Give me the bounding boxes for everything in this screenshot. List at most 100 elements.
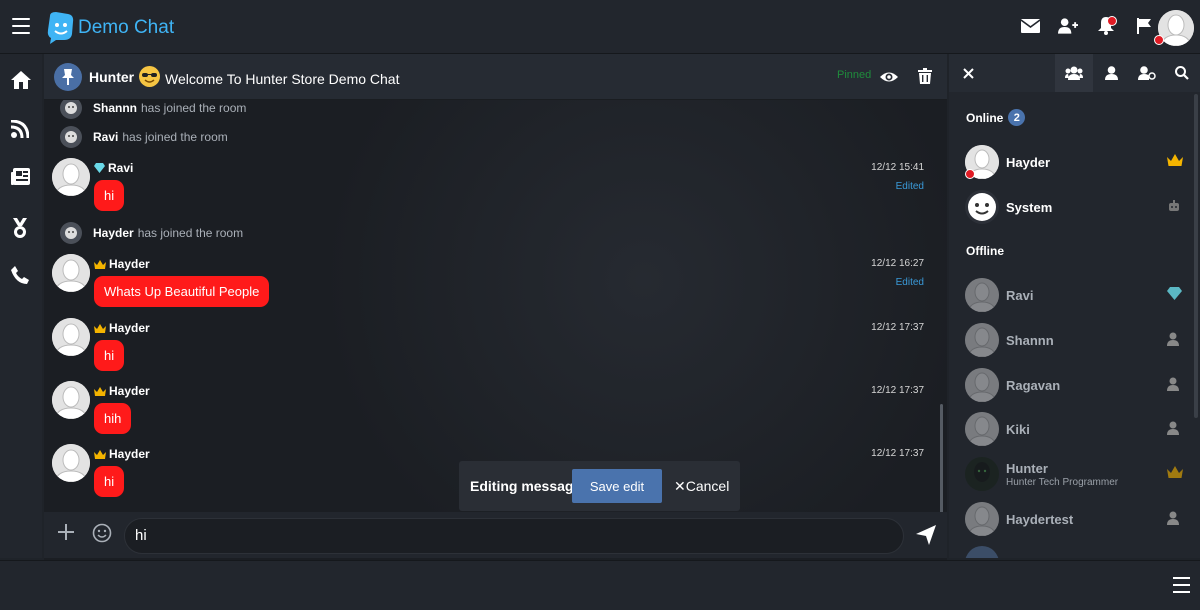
user-list-item[interactable]: Ravi xyxy=(965,278,1185,314)
message-time: 12/12 17:37 xyxy=(871,322,924,333)
notification-bell-icon[interactable] xyxy=(1096,16,1117,36)
user-avatar xyxy=(965,502,999,536)
message-author-name: Hayder xyxy=(109,257,150,271)
crown-icon xyxy=(94,259,106,269)
pinned-label: Pinned xyxy=(837,69,872,81)
mail-icon[interactable] xyxy=(1020,16,1040,36)
user-avatar[interactable] xyxy=(52,381,90,419)
message-time: 12/12 17:37 xyxy=(871,385,924,396)
message-input[interactable]: hi xyxy=(124,518,904,554)
tab-friends-icon[interactable] xyxy=(1092,54,1130,92)
message-bubble[interactable]: hih xyxy=(94,403,132,434)
plus-icon[interactable] xyxy=(57,523,77,543)
users-sidebar: Online 2 Hayder System Offline Ravi Shann… xyxy=(949,54,1200,558)
room-header: Hunter Welcome To Hunter Store Demo Chat… xyxy=(44,54,947,100)
crown-icon xyxy=(94,323,106,333)
user-icon xyxy=(1167,377,1183,393)
rss-feed-icon[interactable] xyxy=(11,120,31,140)
sidebar-scrollbar[interactable] xyxy=(1194,94,1198,418)
system-message-user: Shannn xyxy=(93,101,137,115)
system-message-text: has joined the room xyxy=(141,101,247,115)
top-bar: Demo Chat xyxy=(0,0,1200,54)
message-author[interactable]: Hayder xyxy=(94,321,150,335)
message-bubble[interactable]: hi xyxy=(94,466,125,497)
pin-icon[interactable] xyxy=(54,63,82,91)
system-message-text: has joined the room xyxy=(122,130,228,144)
message-time: 12/12 17:37 xyxy=(871,448,924,459)
user-avatar[interactable] xyxy=(52,158,90,196)
status-busy-icon xyxy=(965,169,975,179)
eye-icon[interactable] xyxy=(880,68,898,86)
user-list-item[interactable]: Kiki xyxy=(965,412,1185,448)
system-message-user: Ravi xyxy=(93,130,119,144)
send-icon[interactable] xyxy=(916,525,936,545)
diamond-icon xyxy=(1167,287,1183,303)
message-author-name: Hayder xyxy=(109,384,150,398)
menu-icon[interactable] xyxy=(1173,577,1190,593)
medal-icon[interactable] xyxy=(11,218,31,238)
room-pinned-author: Hunter xyxy=(89,69,135,85)
room-welcome-text: Welcome To Hunter Store Demo Chat xyxy=(165,71,400,87)
user-avatar xyxy=(965,412,999,446)
crown-icon xyxy=(1167,466,1183,482)
message-bubble[interactable]: hi xyxy=(94,340,125,371)
sidebar-tabs xyxy=(949,54,1200,92)
user-list-item-partial[interactable] xyxy=(965,546,1185,558)
user-list-item[interactable]: Ragavan xyxy=(965,368,1185,404)
message-author[interactable]: Hayder xyxy=(94,384,150,398)
delete-icon[interactable] xyxy=(918,68,936,86)
save-edit-button[interactable]: Save edit xyxy=(572,469,662,503)
add-friend-icon[interactable] xyxy=(1058,16,1078,36)
bottom-bar xyxy=(0,560,1200,610)
message-time: 12/12 16:27 xyxy=(871,258,924,269)
user-name: Ragavan xyxy=(1006,378,1061,393)
message-author[interactable]: Ravi xyxy=(94,161,133,175)
tab-users-icon[interactable] xyxy=(1055,54,1093,92)
composer-bar: hi xyxy=(44,512,947,558)
user-name: Hunter xyxy=(1006,461,1048,476)
message-bubble[interactable]: hi xyxy=(94,180,125,211)
editing-message-label: Editing message xyxy=(470,478,582,494)
emoji-icon[interactable] xyxy=(92,523,112,543)
message-author-name: Hayder xyxy=(109,321,150,335)
user-icon xyxy=(1167,421,1183,437)
user-name: Hayder xyxy=(1006,155,1051,170)
user-list-item[interactable]: System xyxy=(965,190,1185,226)
system-message-text: has joined the room xyxy=(137,226,244,240)
user-list-item[interactable]: Shannn xyxy=(965,323,1185,359)
user-name: Haydertest xyxy=(1006,512,1074,527)
system-bot-avatar xyxy=(965,190,999,224)
diamond-icon xyxy=(94,163,105,173)
user-icon xyxy=(1167,511,1183,527)
home-icon[interactable] xyxy=(11,71,31,91)
user-avatar[interactable] xyxy=(52,444,90,482)
chat-panel: Hunter Welcome To Hunter Store Demo Chat… xyxy=(44,54,947,566)
left-nav xyxy=(0,54,42,558)
cancel-edit-button[interactable]: ✕Cancel xyxy=(674,478,729,495)
system-avatar xyxy=(60,222,82,244)
message-bubble[interactable]: Whats Up Beautiful People xyxy=(94,276,270,307)
system-message-user: Hayder xyxy=(93,226,134,240)
app-title: Demo Chat xyxy=(78,17,175,38)
user-avatar[interactable] xyxy=(52,318,90,356)
user-list-item[interactable]: Haydertest xyxy=(965,502,1185,538)
user-avatar xyxy=(965,546,999,558)
search-icon[interactable] xyxy=(1163,54,1200,92)
message-author[interactable]: Hayder xyxy=(94,257,150,271)
user-list-item[interactable]: Hayder xyxy=(965,145,1185,181)
news-icon[interactable] xyxy=(11,168,31,188)
online-section-title: Online 2 xyxy=(966,109,1026,126)
flag-icon[interactable] xyxy=(1134,16,1154,36)
system-message: Shannn has joined the room xyxy=(60,100,246,119)
tab-staff-icon[interactable] xyxy=(1128,54,1166,92)
logo[interactable]: Demo Chat xyxy=(46,12,174,44)
menu-icon[interactable] xyxy=(12,18,30,34)
close-icon[interactable] xyxy=(949,54,987,92)
crown-icon xyxy=(94,386,106,396)
user-avatar[interactable] xyxy=(52,254,90,292)
message-author[interactable]: Hayder xyxy=(94,447,150,461)
phone-icon[interactable] xyxy=(11,266,31,286)
user-list-item[interactable]: Hunter Hunter Tech Programmer xyxy=(965,457,1185,493)
user-name: Ravi xyxy=(1006,288,1034,303)
user-name: System xyxy=(1006,200,1053,215)
